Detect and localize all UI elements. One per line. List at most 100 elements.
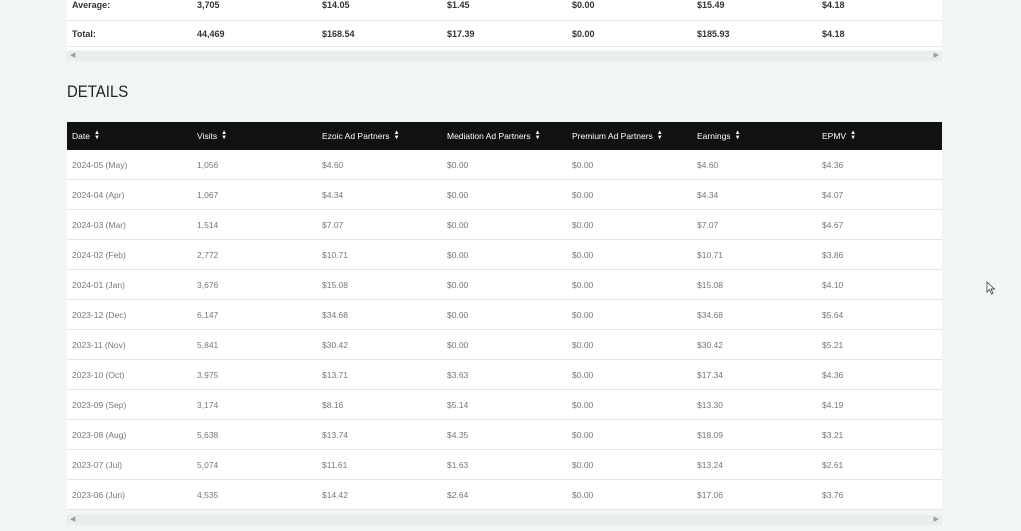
cell-mediation: $0.00 <box>447 309 469 320</box>
cell-epmv: $4.19 <box>822 399 844 410</box>
summary-horizontal-scrollbar[interactable]: ◀ ▶ <box>67 51 942 61</box>
cell-date: 2023-11 (Nov) <box>72 339 126 350</box>
cell-visits: 3,676 <box>197 279 219 290</box>
cell-visits: 1,514 <box>197 219 219 230</box>
column-header-label: Premium Ad Partners <box>572 131 653 141</box>
cell-date: 2024-02 (Feb) <box>72 249 126 260</box>
column-header-visits[interactable]: Visits ▲ ▼ <box>192 130 317 141</box>
cell-epmv: $5.64 <box>822 309 844 320</box>
table-row: 2023-11 (Nov) 5,841 $30.42 $0.00 $0.00 $30.42… <box>67 330 942 360</box>
column-header-mediation[interactable]: Mediation Ad Partners ▲ ▼ <box>442 130 567 141</box>
summary-visits: 44,469 <box>197 28 225 39</box>
summary-ezoic: $14.05 <box>322 0 350 10</box>
sort-icon[interactable]: ▲ ▼ <box>94 130 100 141</box>
cell-earnings: $17.06 <box>697 489 723 500</box>
sort-icon[interactable]: ▲ ▼ <box>221 130 227 141</box>
cell-visits: 5,074 <box>197 459 219 470</box>
cell-premium: $0.00 <box>572 399 594 410</box>
cell-mediation: $4.35 <box>447 429 469 440</box>
scroll-left-arrow-icon[interactable]: ◀ <box>70 52 75 60</box>
cell-date: 2023-08 (Aug) <box>72 429 127 440</box>
cell-ezoic: $14.42 <box>322 489 348 500</box>
cell-mediation: $0.00 <box>447 249 469 260</box>
cell-visits: 3,975 <box>197 369 219 380</box>
column-header-label: Visits <box>197 131 218 141</box>
details-horizontal-scrollbar[interactable]: ◀ ▶ <box>67 515 942 525</box>
table-row: 2023-07 (Jul) 5,074 $11.61 $1.63 $0.00 $13.24… <box>67 450 942 480</box>
summary-row-average: Average: 3,705 $14.05 $1.45 $0.00 $15.49… <box>67 0 942 21</box>
summary-epmv: $4.18 <box>822 28 845 39</box>
cell-ezoic: $30.42 <box>322 339 348 350</box>
cell-ezoic: $7.07 <box>322 219 344 230</box>
cell-ezoic: $13.74 <box>322 429 348 440</box>
cell-mediation: $2.64 <box>447 489 469 500</box>
column-header-earnings[interactable]: Earnings ▲ ▼ <box>692 130 817 141</box>
cell-date: 2023-06 (Jun) <box>72 489 125 500</box>
cell-earnings: $13.30 <box>697 399 723 410</box>
cell-epmv: $4.10 <box>822 279 844 290</box>
cell-date: 2023-07 (Jul) <box>72 459 123 470</box>
cell-date: 2024-05 (May) <box>72 159 128 170</box>
summary-premium: $0.00 <box>572 0 595 10</box>
cell-visits: 5,841 <box>197 339 219 350</box>
cell-earnings: $17.34 <box>697 369 723 380</box>
cell-visits: 1,067 <box>197 189 219 200</box>
table-row: 2023-10 (Oct) 3,975 $13.71 $3.63 $0.00 $17.34… <box>67 360 942 390</box>
cell-mediation: $0.00 <box>447 279 469 290</box>
cell-premium: $0.00 <box>572 489 594 500</box>
cell-mediation: $1.63 <box>447 459 469 470</box>
cell-visits: 4,535 <box>197 489 219 500</box>
cell-earnings: $30.42 <box>697 339 723 350</box>
column-header-label: Date <box>72 131 90 141</box>
sort-icon[interactable]: ▲ ▼ <box>657 130 663 141</box>
cell-ezoic: $15.08 <box>322 279 348 290</box>
cell-epmv: $3.76 <box>822 489 844 500</box>
cell-earnings: $10.71 <box>697 249 723 260</box>
cell-epmv: $3.86 <box>822 249 844 260</box>
column-header-label: Ezoic Ad Partners <box>322 131 390 141</box>
cell-epmv: $2.61 <box>822 459 844 470</box>
table-row: 2023-06 (Jun) 4,535 $14.42 $2.64 $0.00 $17.06… <box>67 480 942 510</box>
cell-ezoic: $10.71 <box>322 249 348 260</box>
cell-earnings: $4.34 <box>697 189 719 200</box>
cell-premium: $0.00 <box>572 429 594 440</box>
cell-epmv: $3.21 <box>822 429 844 440</box>
cell-premium: $0.00 <box>572 309 594 320</box>
details-table: Date ▲ ▼ Visits ▲ ▼ Ezoic Ad Partners ▲ ▼ Medi… <box>67 122 942 510</box>
table-row: 2023-09 (Sep) 3,174 $8.16 $5.14 $0.00 $13.30 $… <box>67 390 942 420</box>
column-header-date[interactable]: Date ▲ ▼ <box>67 130 192 141</box>
cell-ezoic: $4.34 <box>322 189 344 200</box>
scroll-right-arrow-icon[interactable]: ▶ <box>934 516 939 524</box>
summary-earnings: $15.49 <box>697 0 725 10</box>
cell-mediation: $0.00 <box>447 189 469 200</box>
cell-date: 2024-04 (Apr) <box>72 189 125 200</box>
sort-icon[interactable]: ▲ ▼ <box>394 130 400 141</box>
cell-mediation: $3.63 <box>447 369 469 380</box>
table-row: 2024-01 (Jan) 3,676 $15.08 $0.00 $0.00 $15.08… <box>67 270 942 300</box>
cell-premium: $0.00 <box>572 339 594 350</box>
sort-icon[interactable]: ▲ ▼ <box>535 130 541 141</box>
table-row: 2024-05 (May) 1,056 $4.60 $0.00 $0.00 $4.60 $4… <box>67 150 942 180</box>
cell-visits: 5,638 <box>197 429 219 440</box>
cell-epmv: $4.36 <box>822 369 844 380</box>
column-header-ezoic[interactable]: Ezoic Ad Partners ▲ ▼ <box>317 130 442 141</box>
cell-date: 2023-12 (Dec) <box>72 309 127 320</box>
summary-label: Total: <box>72 28 96 39</box>
cell-date: 2023-10 (Oct) <box>72 369 125 380</box>
cell-epmv: $5.21 <box>822 339 844 350</box>
scroll-right-arrow-icon[interactable]: ▶ <box>934 52 939 60</box>
cell-ezoic: $13.71 <box>322 369 348 380</box>
cell-ezoic: $34.68 <box>322 309 348 320</box>
summary-mediation: $17.39 <box>447 28 475 39</box>
table-row: 2024-02 (Feb) 2,772 $10.71 $0.00 $0.00 $10.71… <box>67 240 942 270</box>
cell-earnings: $13.24 <box>697 459 723 470</box>
scroll-left-arrow-icon[interactable]: ◀ <box>70 516 75 524</box>
cell-mediation: $0.00 <box>447 159 469 170</box>
sort-icon[interactable]: ▲ ▼ <box>850 130 856 141</box>
column-header-epmv[interactable]: EPMV ▲ ▼ <box>817 130 942 141</box>
column-header-premium[interactable]: Premium Ad Partners ▲ ▼ <box>567 130 692 141</box>
cell-ezoic: $11.61 <box>322 459 348 470</box>
column-header-label: Mediation Ad Partners <box>447 131 531 141</box>
sort-icon[interactable]: ▲ ▼ <box>735 130 741 141</box>
cell-epmv: $4.36 <box>822 159 844 170</box>
